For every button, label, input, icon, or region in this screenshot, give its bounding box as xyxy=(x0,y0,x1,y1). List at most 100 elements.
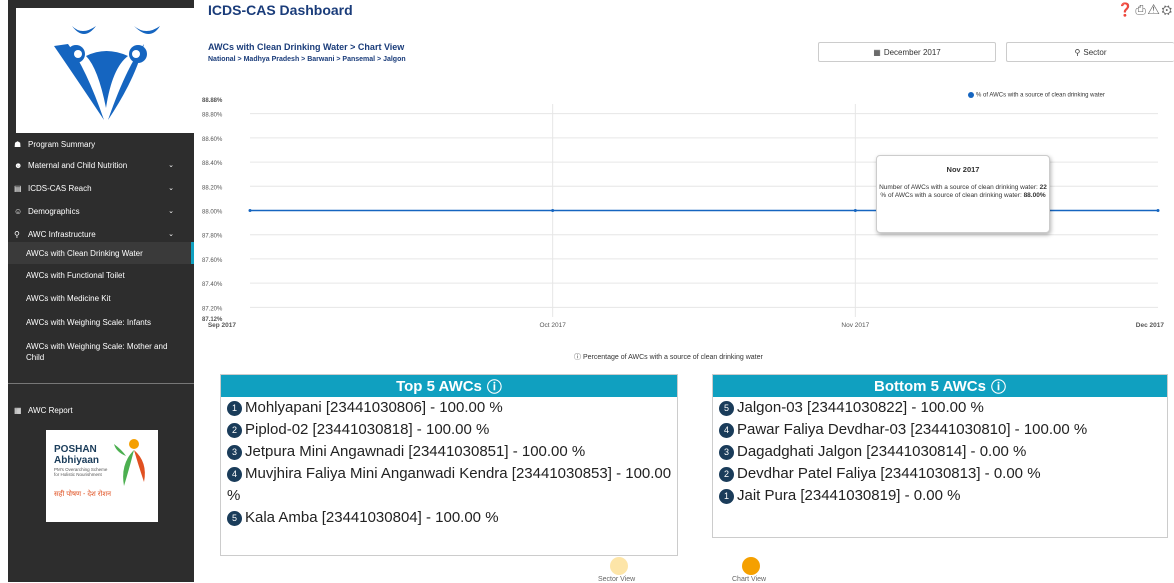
data-point[interactable] xyxy=(551,209,555,212)
sidebar-subitem-medicine-kit[interactable]: AWCs with Medicine Kit xyxy=(8,293,194,304)
list-item-text: Jait Pura [23441030819] - 0.00 % xyxy=(737,487,961,504)
bottom5-card: Bottom 5 AWCs ⓘ 5 Jalgon-03 [23441030822]… xyxy=(712,374,1168,538)
info-icon: ⓘ xyxy=(574,354,581,361)
people-icon: ☺ xyxy=(14,206,23,216)
top5-card: Top 5 AWCs ⓘ 1 Mohlyapani [23441030806] -… xyxy=(220,374,678,556)
info-icon[interactable]: ⓘ xyxy=(487,376,502,397)
list-item: 5 Jalgon-03 [23441030822] - 100.00 % xyxy=(713,397,1167,419)
y-tick-label: 87.40% xyxy=(202,282,223,288)
bottom5-title: Bottom 5 AWCs xyxy=(874,377,986,395)
y-tick-label: 87.60% xyxy=(202,258,223,264)
list-item-text: Piplod-02 [23441030818] - 100.00 % xyxy=(245,421,490,438)
rank-badge: 4 xyxy=(719,423,734,438)
rank-badge: 1 xyxy=(719,489,734,504)
main-content: ICDS-CAS Dashboard ❓⎙⚠⚙ AWCs with Clean … xyxy=(194,0,1174,583)
list-item-text: Devdhar Patel Faliya [23441030813] - 0.0… xyxy=(737,465,1041,482)
tooltip-line1: Number of AWCs with a source of clean dr… xyxy=(879,184,1038,191)
list-item: 1 Mohlyapani [23441030806] - 100.00 % xyxy=(221,397,677,419)
y-tick-label: 87.20% xyxy=(202,306,223,312)
poshan-slogan: सही पोषण - देश रोशन xyxy=(54,491,112,498)
icds-logo[interactable] xyxy=(16,8,196,133)
list-item: 5 Kala Amba [23441030804] - 100.00 % xyxy=(221,507,677,529)
y-tick-label: 88.00% xyxy=(202,210,223,216)
list-item-text: Pawar Faliya Devdhar-03 [23441030810] - … xyxy=(737,421,1088,438)
sidebar-subitem-functional-toilet[interactable]: AWCs with Functional Toilet xyxy=(8,270,194,281)
poshan-title: POSHAN xyxy=(54,444,97,455)
y-tick-label: 88.80% xyxy=(202,113,223,119)
poshan-abhiyaan-logo: POSHAN Abhiyaan PM's Overarching Scheme … xyxy=(46,430,158,522)
list-item: 4 Muvjhira Faliya Mini Anganwadi Kendra [… xyxy=(221,463,677,507)
home-icon: ☗ xyxy=(14,139,22,149)
data-point[interactable] xyxy=(248,209,252,212)
chevron-down-icon: ⌄ xyxy=(168,185,174,192)
table-icon: ▦ xyxy=(14,405,22,415)
chart-caption-text: Percentage of AWCs with a source of clea… xyxy=(582,354,763,361)
sidebar-item-label: ICDS-CAS Reach xyxy=(28,183,92,193)
sidebar-divider xyxy=(8,383,194,384)
list-item: 2 Piplod-02 [23441030818] - 100.00 % xyxy=(221,419,677,441)
rank-badge: 2 xyxy=(719,467,734,482)
poshan-tagline: PM's Overarching Scheme for Holistic Nou… xyxy=(54,467,108,477)
data-point[interactable] xyxy=(853,209,857,212)
sidebar-item-label: Demographics xyxy=(28,206,80,216)
y-tick-label: 88.88% xyxy=(202,98,223,104)
sidebar-item-program-summary[interactable]: ☗ Program Summary xyxy=(8,134,194,154)
sidebar-item-maternal-child-nutrition[interactable]: ☻ Maternal and Child Nutrition ⌄ xyxy=(8,155,194,175)
sidebar-item-icds-cas-reach[interactable]: ▤ ICDS-CAS Reach ⌄ xyxy=(8,178,194,198)
info-icon[interactable]: ⓘ xyxy=(991,376,1006,397)
list-item: 3 Dagadghati Jalgon [23441030814] - 0.00 … xyxy=(713,441,1167,463)
rank-badge: 5 xyxy=(227,511,242,526)
x-tick-label: Sep 2017 xyxy=(208,322,237,329)
list-item: 1 Jait Pura [23441030819] - 0.00 % xyxy=(713,485,1167,507)
y-tick-label: 88.40% xyxy=(202,161,223,167)
y-tick-label: 88.60% xyxy=(202,137,223,143)
bottom5-list: 5 Jalgon-03 [23441030822] - 100.00 % 4 Pawa… xyxy=(713,397,1167,507)
sidebar-item-awc-infrastructure[interactable]: ⚲ AWC Infrastructure ⌄ xyxy=(8,224,194,244)
chart-tooltip: Nov 2017 Number of AWCs with a source of… xyxy=(876,155,1050,233)
tooltip-value1: 22 xyxy=(1039,184,1047,191)
sidebar-subitem-weighing-infants[interactable]: AWCs with Weighing Scale: Infants xyxy=(8,317,194,328)
rank-badge: 5 xyxy=(719,401,734,416)
chevron-down-icon: ⌄ xyxy=(168,162,174,169)
sidebar-item-label: Maternal and Child Nutrition xyxy=(28,160,128,170)
rank-badge: 3 xyxy=(227,445,242,460)
sector-view-toggle[interactable] xyxy=(610,557,628,575)
list-item: 3 Jetpura Mini Angawnadi [23441030851] - … xyxy=(221,441,677,463)
chart-caption: ⓘ Percentage of AWCs with a source of cl… xyxy=(574,352,763,362)
x-tick-label: Dec 2017 xyxy=(1136,322,1165,329)
top5-title: Top 5 AWCs xyxy=(396,377,482,395)
poshan-figure-graphic xyxy=(114,439,145,486)
chevron-down-icon: ⌄ xyxy=(168,208,174,215)
list-item-text: Jetpura Mini Angawnadi [23441030851] - 1… xyxy=(245,443,586,460)
x-tick-label: Nov 2017 xyxy=(841,322,869,329)
sidebar-subitem-weighing-mother-child[interactable]: AWCs with Weighing Scale: Mother and Chi… xyxy=(8,341,178,363)
rank-badge: 3 xyxy=(719,445,734,460)
data-point[interactable] xyxy=(1156,209,1160,212)
list-item-text: Kala Amba [23441030804] - 100.00 % xyxy=(245,509,499,526)
tooltip-line2: % of AWCs with a source of clean drinkin… xyxy=(880,192,1022,199)
chart-view-toggle[interactable] xyxy=(742,557,760,575)
sidebar-item-demographics[interactable]: ☺ Demographics ⌄ xyxy=(8,201,194,221)
tooltip-value2: 88.00% xyxy=(1023,192,1046,199)
y-tick-label: 87.80% xyxy=(202,234,223,240)
rank-badge: 4 xyxy=(227,467,242,482)
sidebar-item-label: AWC Infrastructure xyxy=(28,229,96,239)
person-icon: ☻ xyxy=(14,160,23,170)
sidebar: ☗ Program Summary ☻ Maternal and Child N… xyxy=(8,0,196,582)
icds-logo-graphic xyxy=(54,26,160,120)
bottom5-header: Bottom 5 AWCs ⓘ xyxy=(713,375,1167,397)
sidebar-item-label: Program Summary xyxy=(28,139,96,149)
y-tick-label: 88.20% xyxy=(202,185,223,191)
rank-badge: 1 xyxy=(227,401,242,416)
sidebar-item-awc-report[interactable]: ▦ AWC Report xyxy=(8,400,194,420)
list-item-text: Jalgon-03 [23441030822] - 100.00 % xyxy=(737,399,984,416)
map-pin-icon: ⚲ xyxy=(14,229,20,239)
rank-badge: 2 xyxy=(227,423,242,438)
poshan-subtitle: Abhiyaan xyxy=(54,455,100,466)
list-item-text: Dagadghati Jalgon [23441030814] - 0.00 % xyxy=(737,443,1027,460)
sidebar-item-label: AWC Report xyxy=(28,405,73,415)
list-item-text: Mohlyapani [23441030806] - 100.00 % xyxy=(245,399,503,416)
sidebar-subitem-clean-water[interactable]: AWCs with Clean Drinking Water xyxy=(8,242,194,264)
chevron-down-icon: ⌄ xyxy=(168,231,174,238)
bar-chart-icon: ▤ xyxy=(14,183,22,193)
